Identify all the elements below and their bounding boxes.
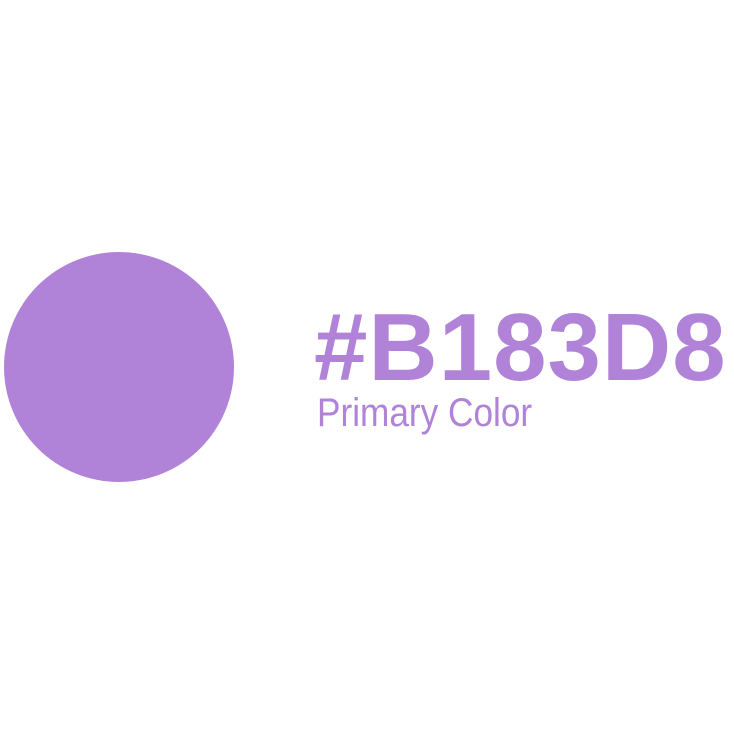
color-circle <box>4 252 234 482</box>
color-swatch-card: #B183D8 Primary Color <box>0 0 734 734</box>
color-label-text: Primary Color <box>317 391 533 435</box>
hex-code-text: #B183D8 <box>314 294 727 401</box>
